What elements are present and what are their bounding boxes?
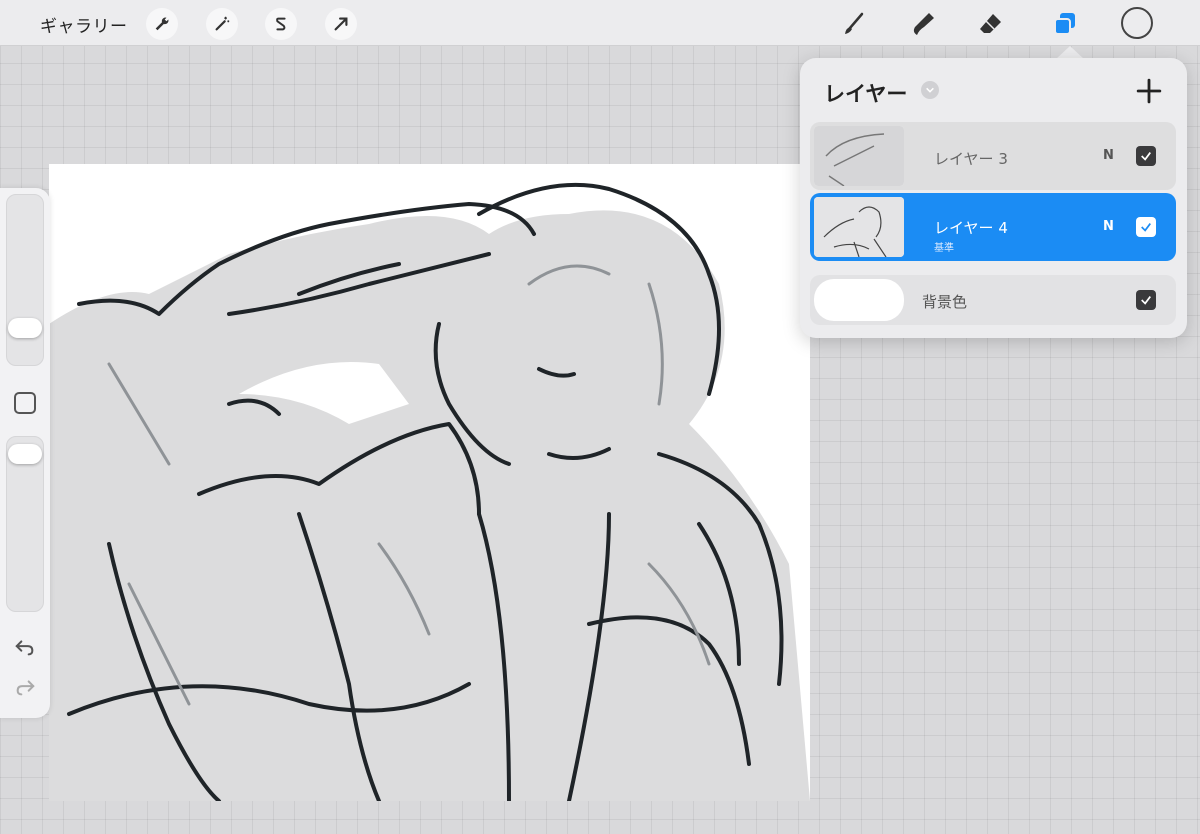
layers-panel-title: レイヤー <box>824 82 908 106</box>
left-sidebar <box>0 188 50 718</box>
background-visibility-checkbox[interactable] <box>1136 290 1156 310</box>
layer-thumbnail <box>814 197 904 257</box>
transform-arrow-icon[interactable] <box>325 8 357 40</box>
drawing-canvas[interactable] <box>49 164 810 801</box>
layer-visibility-checkbox[interactable] <box>1136 217 1156 237</box>
top-toolbar: ギャラリー <box>0 0 1200 46</box>
gallery-button[interactable]: ギャラリー <box>40 12 128 37</box>
selection-s-icon[interactable] <box>265 8 297 40</box>
sketch-artwork <box>49 164 810 801</box>
brush-icon[interactable] <box>837 7 871 41</box>
opacity-thumb[interactable] <box>8 444 42 464</box>
blend-mode-label[interactable]: N <box>1103 148 1114 163</box>
background-color-swatch[interactable] <box>814 279 904 321</box>
layer-name: レイヤー 3 <box>934 150 1008 168</box>
redo-icon[interactable] <box>12 674 38 700</box>
smudge-icon[interactable] <box>906 7 940 41</box>
undo-icon[interactable] <box>12 634 38 660</box>
layers-icon[interactable] <box>1048 7 1082 41</box>
layers-panel: レイヤー レイヤー 3 N レイヤー 4 基準 N 背景色 <box>800 58 1187 338</box>
background-color-row[interactable]: 背景色 <box>810 275 1176 325</box>
eraser-icon[interactable] <box>973 7 1007 41</box>
color-picker-swatch[interactable] <box>1121 7 1153 39</box>
magic-wand-icon[interactable] <box>206 8 238 40</box>
layer-row-3[interactable]: レイヤー 3 N <box>810 122 1176 190</box>
modify-button[interactable] <box>14 392 36 414</box>
layer-thumbnail <box>814 126 904 186</box>
brush-size-thumb[interactable] <box>8 318 42 338</box>
layer-visibility-checkbox[interactable] <box>1136 146 1156 166</box>
brush-size-slider[interactable] <box>6 194 44 366</box>
chevron-down-icon[interactable] <box>921 81 939 99</box>
layer-sublabel: 基準 <box>934 243 954 254</box>
wrench-icon[interactable] <box>146 8 178 40</box>
background-color-label: 背景色 <box>922 293 968 311</box>
blend-mode-label[interactable]: N <box>1103 219 1114 234</box>
layer-name: レイヤー 4 <box>934 219 1008 237</box>
layer-row-4[interactable]: レイヤー 4 基準 N <box>810 193 1176 261</box>
add-layer-button[interactable] <box>1134 76 1164 106</box>
